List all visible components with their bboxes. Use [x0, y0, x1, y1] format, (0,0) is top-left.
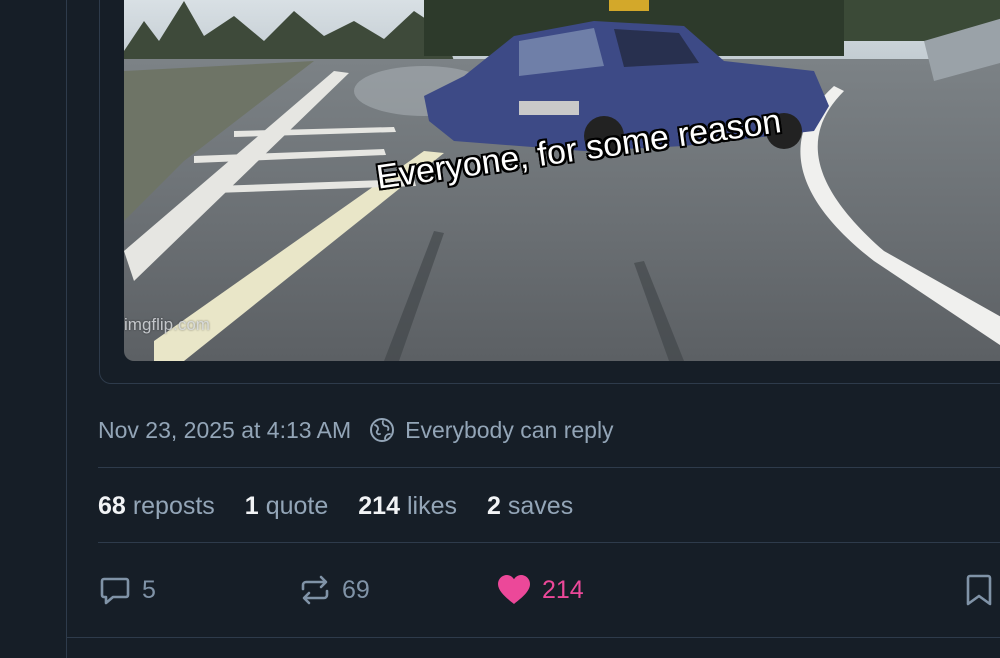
reply-button[interactable]: 5 — [98, 568, 156, 612]
reposts-stat[interactable]: 68 reposts — [98, 492, 215, 521]
post-bottom-border — [67, 637, 1000, 638]
post-meta-row: Nov 23, 2025 at 4:13 AM Everybody can re… — [98, 414, 614, 446]
imgflip-watermark: imgflip.com — [124, 315, 210, 334]
left-gutter — [0, 0, 67, 658]
repost-count: 69 — [342, 575, 370, 604]
like-count: 214 — [542, 575, 584, 604]
saves-count: 2 — [487, 491, 501, 520]
post-timestamp[interactable]: Nov 23, 2025 at 4:13 AM — [98, 417, 351, 444]
post-actions: 5 69 214 — [98, 568, 1000, 612]
meme-scene — [124, 0, 1000, 361]
quotes-count: 1 — [244, 491, 259, 520]
repost-icon — [298, 573, 332, 607]
heart-filled-icon — [496, 573, 532, 607]
reply-count: 5 — [142, 575, 156, 604]
repost-button[interactable]: 69 — [298, 568, 370, 612]
likes-label: likes — [406, 491, 457, 520]
post-detail: Everyone, for some reason imgflip.com No… — [67, 0, 1000, 658]
reposts-label: reposts — [132, 491, 215, 520]
media-embed-card[interactable]: Everyone, for some reason imgflip.com — [99, 0, 1000, 384]
engagement-stats: 68 reposts 1 quote 214 likes 2 saves — [98, 488, 603, 524]
divider — [98, 542, 1000, 543]
reply-bubble-icon — [98, 573, 132, 607]
likes-count: 214 — [358, 491, 400, 520]
meme-image[interactable]: Everyone, for some reason imgflip.com — [124, 0, 1000, 361]
bookmark-icon — [964, 572, 994, 608]
reply-setting: Everybody can reply — [405, 416, 614, 443]
likes-stat[interactable]: 214 likes — [358, 492, 457, 521]
divider — [98, 467, 1000, 468]
like-button[interactable]: 214 — [496, 568, 584, 612]
saves-stat[interactable]: 2 saves — [487, 492, 573, 521]
globe-icon — [369, 417, 395, 443]
bookmark-button[interactable] — [964, 568, 1000, 612]
quotes-label: quote — [265, 491, 329, 520]
quotes-stat[interactable]: 1 quote — [245, 492, 328, 521]
reposts-count: 68 — [98, 491, 126, 520]
saves-label: saves — [507, 491, 574, 520]
